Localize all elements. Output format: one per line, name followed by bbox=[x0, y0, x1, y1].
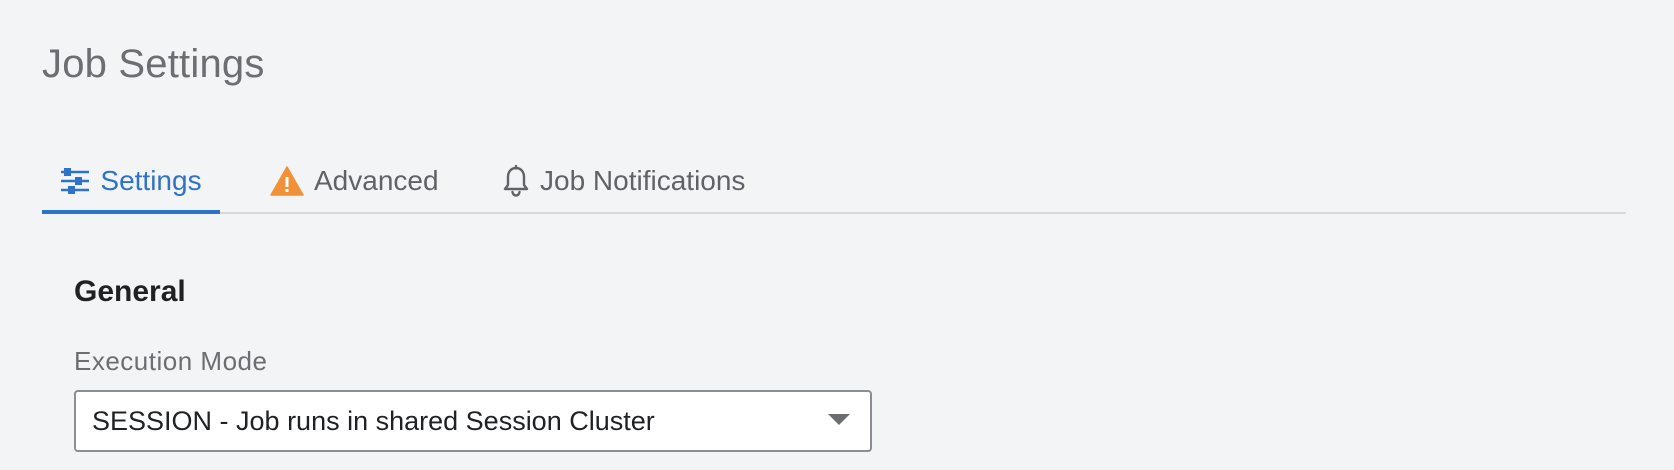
tab-settings[interactable]: Settings bbox=[42, 150, 220, 214]
sliders-icon bbox=[60, 168, 90, 194]
tab-bar: Settings Advanced Job Notifications bbox=[42, 150, 1626, 214]
tab-advanced-label: Advanced bbox=[314, 165, 439, 196]
execution-mode-label: Execution Mode bbox=[74, 346, 268, 376]
execution-mode-value: SESSION - Job runs in shared Session Clu… bbox=[92, 405, 655, 436]
job-settings-page: Job Settings Settings Advanced Job Notif… bbox=[0, 0, 1674, 470]
active-tab-indicator bbox=[42, 210, 220, 214]
tab-job-notifications[interactable]: Job Notifications bbox=[502, 150, 745, 212]
execution-mode-select[interactable]: SESSION - Job runs in shared Session Clu… bbox=[74, 390, 872, 452]
chevron-down-icon bbox=[828, 414, 850, 425]
page-title: Job Settings bbox=[42, 42, 265, 86]
bell-icon bbox=[502, 165, 530, 197]
tab-settings-label: Settings bbox=[100, 165, 202, 196]
warning-icon bbox=[270, 166, 304, 196]
tab-job-notifications-label: Job Notifications bbox=[540, 165, 746, 196]
tab-advanced[interactable]: Advanced bbox=[270, 150, 439, 212]
section-title-general: General bbox=[74, 275, 186, 308]
